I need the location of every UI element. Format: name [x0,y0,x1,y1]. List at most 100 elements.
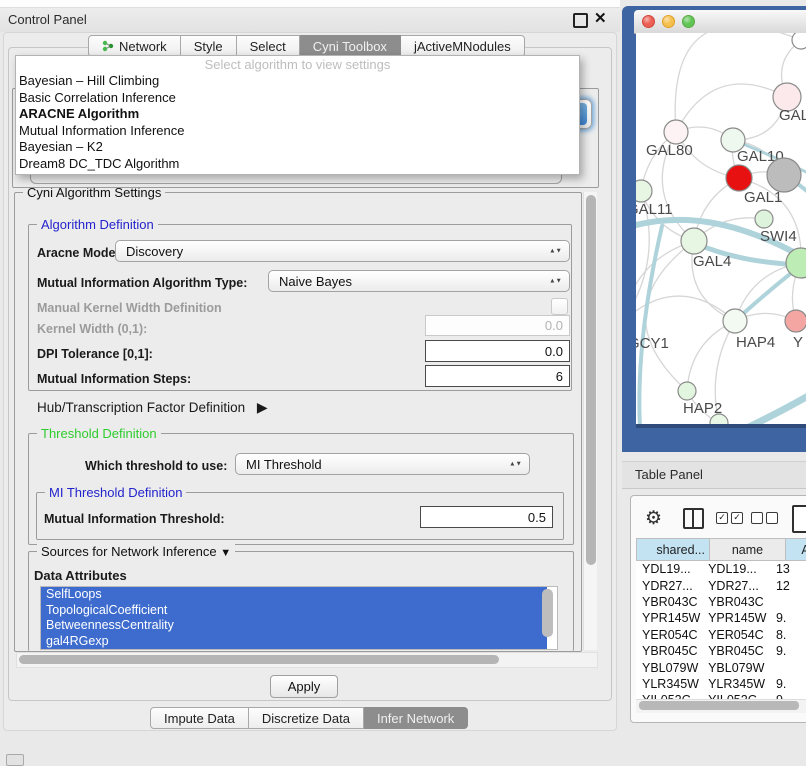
attribute-list-item[interactable]: SelfLoops [41,587,547,603]
table-cell: 9. [770,644,806,658]
algorithm-option[interactable]: Mutual Information Inference [16,123,579,140]
table-row[interactable]: YDL19...YDL19...13 [636,561,806,577]
tab-select[interactable]: Select [237,35,300,57]
table-row[interactable]: YPR145WYPR145W9. [636,610,806,626]
column-header-A[interactable]: A [786,538,806,561]
gear-icon[interactable]: ⚙ [645,507,662,530]
unchecked-box-icon [766,512,778,524]
column-header-shared...[interactable]: shared... [636,538,710,561]
attribute-list-item[interactable]: BetweennessCentrality [41,618,547,634]
manual-kernel-checkbox[interactable] [551,298,568,315]
deselect-all-columns-icon[interactable] [751,512,778,524]
mi-steps-field[interactable]: 6 [425,365,570,387]
bottom-tab-label: Discretize Data [262,711,350,726]
bottom-tab-discretize-data[interactable]: Discretize Data [249,707,364,729]
attribute-list-item[interactable]: TopologicalCoefficient [41,603,547,619]
network-canvas[interactable]: GALGAL80GAL10GAL1GAL11SWI4GAL4GCY1HAP4YH… [636,33,806,424]
settings-horizontal-scrollbar-thumb[interactable] [19,655,499,664]
control-panel-tabbar: Network Style SelectCyni ToolboxjActiveMNo… [88,35,525,57]
mi-type-combobox[interactable]: Naive Bayes ▲▼ [268,270,570,292]
table-horizontal-scrollbar-thumb[interactable] [639,701,799,710]
network-node-label: SWI4 [760,228,797,245]
table-row[interactable]: YBR043CYBR043C [636,594,806,610]
mi-threshold-field[interactable]: 0.5 [420,506,553,528]
algorithm-option[interactable]: ARACNE Algorithm [16,106,579,123]
column-header-name[interactable]: name [710,538,786,561]
select-all-columns-icon[interactable]: ✓✓ [716,512,743,524]
algorithm-option[interactable]: Dream8 DC_TDC Algorithm [16,156,579,173]
network-edge[interactable] [636,296,735,322]
algorithm-dropdown-popup: Select algorithm to view settings Bayesi… [15,55,580,175]
network-node-gal1[interactable] [726,165,752,191]
table-row[interactable]: YLR345WYLR345W9. [636,676,806,692]
table-cell: YPR145W [702,611,770,625]
network-window-titlebar[interactable] [634,10,806,34]
panel-grip-icon[interactable] [6,754,24,766]
algorithm-option[interactable]: Bayesian – K2 [16,139,579,156]
table-cell: YDL19... [636,562,702,576]
sources-legend[interactable]: Sources for Network Inference ▼ [37,544,235,559]
zoom-traffic-light-icon[interactable] [682,15,695,28]
threshold-definition-legend: Threshold Definition [37,426,161,441]
close-traffic-light-icon[interactable] [642,15,655,28]
table-row[interactable]: YBR045CYBR045C9. [636,643,806,659]
bottom-tab-infer-network[interactable]: Infer Network [364,707,468,729]
mi-steps-value: 6 [556,369,563,384]
dpi-tolerance-field[interactable]: 0.0 [425,340,570,362]
cyni-bottom-tabbar: Impute Data Discretize Data Infer Network [150,707,468,729]
dpi-tolerance-value: 0.0 [545,344,563,359]
network-edge-highlighted[interactable] [728,396,806,424]
split-columns-icon[interactable] [683,508,704,529]
dpi-tolerance-label: DPI Tolerance [0,1]: [37,347,153,361]
table-row[interactable]: YIL052CYIL052C9. [636,692,806,699]
network-node-hap2[interactable] [678,382,696,400]
network-edge[interactable] [687,321,735,391]
float-window-icon[interactable] [573,13,588,28]
network-edge-highlighted[interactable] [639,226,662,424]
minimize-traffic-light-icon[interactable] [662,15,675,28]
apply-button[interactable]: Apply [270,675,338,698]
tab-label: Network [119,39,167,54]
network-node-gal11[interactable] [636,180,652,202]
tab-style[interactable]: Style [181,35,237,57]
table-row[interactable]: YDR27...YDR27...12 [636,577,806,593]
algorithm-option[interactable]: Bayesian – Hill Climbing [16,73,579,90]
settings-horizontal-scrollbar[interactable] [16,652,598,668]
kernel-width-field[interactable]: 0.0 [425,315,570,336]
network-node-hap4[interactable] [723,309,747,333]
settings-vertical-scrollbar-thumb[interactable] [586,195,596,565]
network-node[interactable] [767,158,801,192]
hub-definition-expander[interactable]: Hub/Transcription Factor Definition ▶ [37,399,268,416]
export-table-icon[interactable] [792,505,806,533]
tab-network[interactable]: Network [88,35,181,57]
table-row[interactable]: YER054CYER054C8. [636,627,806,643]
table-row[interactable]: YBL079WYBL079W [636,659,806,675]
mi-type-label: Mutual Information Algorithm Type: [37,276,247,290]
settings-vertical-scrollbar[interactable] [583,192,597,650]
tab-jactivemnodules[interactable]: jActiveMNodules [401,35,525,57]
algorithm-option[interactable]: Basic Correlation Inference [16,90,579,107]
mi-type-value: Naive Bayes [279,274,352,289]
data-attributes-list[interactable]: SelfLoopsTopologicalCoefficientBetweenne… [40,586,558,650]
tab-label: Style [194,39,223,54]
network-edge[interactable] [676,84,787,132]
network-node-gal4[interactable] [681,228,707,254]
network-node-swi4[interactable] [755,210,773,228]
which-threshold-combobox[interactable]: MI Threshold ▲▼ [235,453,530,475]
network-node-gal80[interactable] [664,120,688,144]
checked-box-icon: ✓ [716,512,728,524]
table-cell: YER054C [702,628,770,642]
aracne-mode-combobox[interactable]: Discovery ▲▼ [115,240,570,262]
network-node-y[interactable] [785,310,806,332]
tab-cyni-toolbox[interactable]: Cyni Toolbox [300,35,401,57]
network-node[interactable] [792,33,806,49]
network-node-label: GCY1 [636,335,669,352]
attributes-list-scrollbar[interactable] [542,589,553,637]
data-attributes-label: Data Attributes [34,568,127,583]
bottom-tab-impute-data[interactable]: Impute Data [150,707,249,729]
table-cell: YDR27... [636,579,702,593]
table-cell: YLR345W [636,677,702,691]
checked-box-icon: ✓ [731,512,743,524]
close-icon[interactable]: ✕ [594,9,607,27]
attribute-list-item[interactable]: gal4RGexp [41,634,547,650]
